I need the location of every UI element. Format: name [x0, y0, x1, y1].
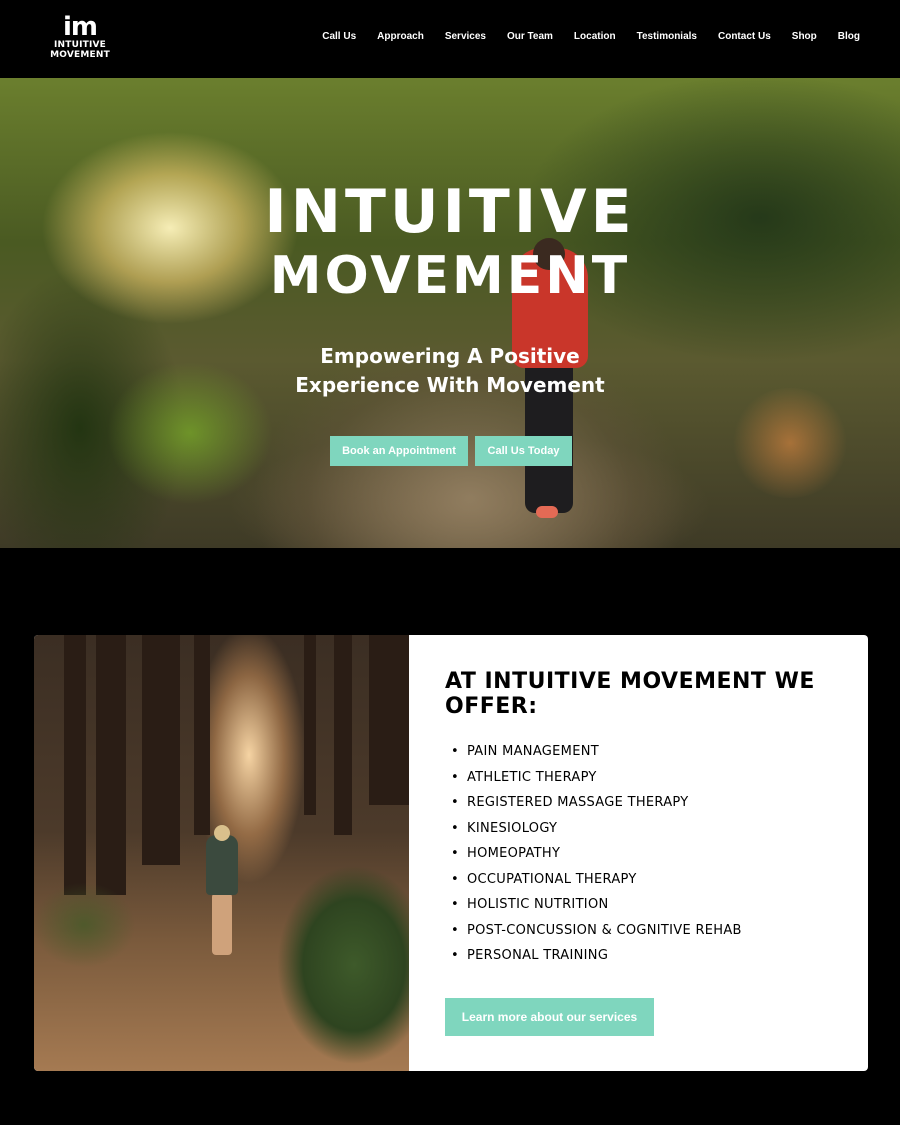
service-item: HOMEOPATHY	[445, 841, 742, 867]
hiker-legs	[212, 893, 232, 955]
call-us-today-button[interactable]: Call Us Today	[475, 436, 572, 466]
hero-subtitle-line2: Experience With Movement	[295, 373, 605, 397]
nav-approach[interactable]: Approach	[377, 31, 424, 42]
forest-ferns-left	[34, 875, 154, 975]
hero-title-line1: INTUITIVE	[264, 177, 636, 247]
site-logo[interactable]: im INTUITIVE MOVEMENT	[50, 14, 110, 66]
learn-more-services-button[interactable]: Learn more about our services	[445, 998, 654, 1036]
hero-section: INTUITIVE MOVEMENT Empowering A Positive…	[0, 78, 900, 548]
hiker-body	[206, 835, 238, 895]
service-item: REGISTERED MASSAGE THERAPY	[445, 790, 742, 816]
services-list: PAIN MANAGEMENT ATHLETIC THERAPY REGISTE…	[445, 739, 742, 969]
main-nav: Call Us Approach Services Our Team Locat…	[301, 31, 860, 42]
nav-our-team[interactable]: Our Team	[507, 31, 553, 42]
forest-tree	[304, 635, 316, 815]
nav-blog[interactable]: Blog	[838, 31, 860, 42]
hero-title-line2: MOVEMENT	[269, 246, 631, 306]
nav-shop[interactable]: Shop	[792, 31, 817, 42]
hero-subtitle-line1: Empowering A Positive	[320, 344, 580, 368]
forest-tree	[96, 635, 126, 895]
service-item: KINESIOLOGY	[445, 816, 742, 842]
hero-lens-flare	[730, 388, 850, 498]
site-header: im INTUITIVE MOVEMENT Call Us Approach S…	[0, 0, 900, 78]
forest-tree	[142, 635, 180, 865]
service-item: OCCUPATIONAL THERAPY	[445, 867, 742, 893]
nav-location[interactable]: Location	[574, 31, 616, 42]
forest-tree	[334, 635, 352, 835]
nav-contact-us[interactable]: Contact Us	[718, 31, 771, 42]
logo-mark: im	[62, 12, 98, 42]
hero-runner-shoe	[536, 506, 558, 518]
service-item: ATHLETIC THERAPY	[445, 765, 742, 791]
nav-services[interactable]: Services	[445, 31, 486, 42]
offer-section: AT INTUITIVE MOVEMENT WE OFFER: PAIN MAN…	[34, 635, 868, 1071]
hiker-head	[214, 825, 230, 841]
forest-hiker-image	[34, 635, 409, 1071]
nav-call-us[interactable]: Call Us	[322, 31, 356, 42]
forest-ferns	[244, 845, 409, 1071]
offer-title: AT INTUITIVE MOVEMENT WE OFFER:	[445, 669, 815, 719]
offer-card: AT INTUITIVE MOVEMENT WE OFFER: PAIN MAN…	[409, 635, 868, 1071]
service-item: PERSONAL TRAINING	[445, 943, 742, 969]
logo-text-line2: MOVEMENT	[50, 50, 110, 60]
hero-subtitle: Empowering A Positive Experience With Mo…	[0, 342, 900, 400]
forest-tree	[369, 635, 409, 805]
forest-tree	[194, 635, 210, 835]
service-item: HOLISTIC NUTRITION	[445, 892, 742, 918]
service-item: POST-CONCUSSION & COGNITIVE REHAB	[445, 918, 742, 944]
hero-title: INTUITIVE MOVEMENT	[0, 180, 900, 308]
forest-tree	[64, 635, 86, 895]
service-item: PAIN MANAGEMENT	[445, 739, 742, 765]
book-appointment-button[interactable]: Book an Appointment	[330, 436, 468, 466]
logo-text-line1: INTUITIVE	[53, 40, 107, 50]
nav-testimonials[interactable]: Testimonials	[637, 31, 697, 42]
